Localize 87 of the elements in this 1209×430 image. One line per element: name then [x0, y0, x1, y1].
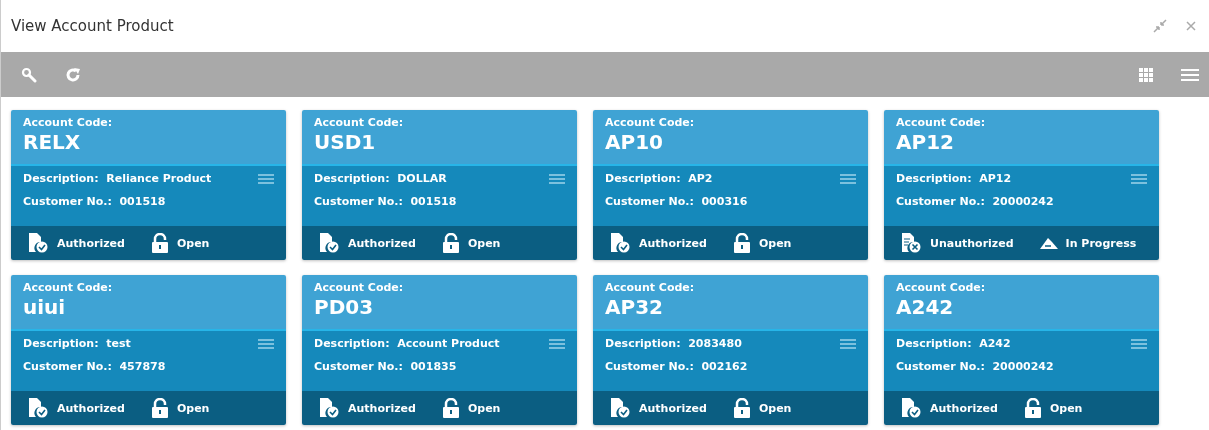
grid-view-icon[interactable] — [1139, 67, 1153, 82]
document-check-icon — [900, 398, 922, 418]
description-text: Description: test — [23, 337, 131, 350]
open-lock-icon — [732, 398, 751, 418]
description-text: Description: Account Product — [314, 337, 500, 350]
customer-number: Customer No.: 001518 — [314, 195, 458, 208]
menu-icon[interactable] — [549, 338, 565, 349]
account-card[interactable]: Account Code: AP12 Description: AP12 Customer No.: 20000242 Unauthorized In Progress — [884, 110, 1159, 260]
account-code: USD1 — [314, 129, 377, 155]
auth-status: Authorized — [930, 401, 998, 415]
customer-number: Customer No.: 001518 — [23, 195, 167, 208]
document-check-icon — [27, 233, 49, 253]
account-card[interactable]: Account Code: USD1 Description: DOLLAR Customer No.: 001518 Authorized Open — [302, 110, 577, 260]
document-check-icon — [318, 398, 340, 418]
account-code: uiui — [23, 294, 67, 320]
account-card[interactable]: Account Code: PD03 Description: Account Product Customer No.: 001835 Authorized Open — [302, 275, 577, 425]
code-label: Account Code: — [896, 116, 987, 129]
code-label: Account Code: — [896, 281, 987, 294]
document-check-icon — [318, 233, 340, 253]
description-text: Description: Reliance Product — [23, 172, 212, 185]
description-text: Description: AP12 — [896, 172, 1012, 185]
customer-number: Customer No.: 20000242 — [896, 195, 1055, 208]
auth-status: Authorized — [639, 401, 707, 415]
record-status: Open — [176, 236, 210, 250]
customer-number: Customer No.: 002162 — [605, 360, 749, 373]
account-code: AP10 — [605, 129, 664, 155]
menu-icon[interactable] — [258, 173, 274, 184]
description-text: Description: A242 — [896, 337, 1011, 350]
code-label: Account Code: — [605, 116, 696, 129]
description-text: Description: DOLLAR — [314, 172, 447, 185]
record-status: Open — [758, 401, 792, 415]
menu-icon[interactable] — [549, 173, 565, 184]
open-lock-icon — [1023, 398, 1042, 418]
code-label: Account Code: — [605, 281, 696, 294]
open-lock-icon — [441, 233, 460, 253]
code-label: Account Code: — [23, 281, 114, 294]
document-check-icon — [27, 398, 49, 418]
minimize-icon[interactable] — [1153, 19, 1167, 33]
record-status: Open — [1049, 401, 1083, 415]
customer-number: Customer No.: 000316 — [605, 195, 749, 208]
document-check-icon — [609, 398, 631, 418]
account-code: RELX — [23, 129, 82, 155]
code-label: Account Code: — [314, 116, 405, 129]
account-card[interactable]: Account Code: RELX Description: Reliance Product Customer No.: 001518 Authorized Open — [11, 110, 286, 260]
menu-icon[interactable] — [1131, 338, 1147, 349]
code-label: Account Code: — [314, 281, 405, 294]
record-status: Open — [176, 401, 210, 415]
description-text: Description: AP2 — [605, 172, 713, 185]
menu-icon[interactable] — [1131, 173, 1147, 184]
menu-icon[interactable] — [258, 338, 274, 349]
account-card[interactable]: Account Code: uiui Description: test Customer No.: 457878 Authorized Open — [11, 275, 286, 425]
open-lock-icon — [150, 398, 169, 418]
progress-icon — [1039, 236, 1058, 250]
auth-status: Authorized — [348, 236, 416, 250]
record-status: In Progress — [1065, 236, 1137, 250]
auth-status: Authorized — [639, 236, 707, 250]
open-lock-icon — [150, 233, 169, 253]
code-label: Account Code: — [23, 116, 114, 129]
refresh-icon[interactable] — [65, 66, 81, 83]
description-text: Description: 2083480 — [605, 337, 742, 350]
menu-icon[interactable] — [840, 173, 856, 184]
account-card[interactable]: Account Code: AP10 Description: AP2 Customer No.: 000316 Authorized Open — [593, 110, 868, 260]
auth-status: Unauthorized — [930, 236, 1014, 250]
account-code: PD03 — [314, 294, 375, 320]
auth-status: Authorized — [57, 236, 125, 250]
document-cross-icon — [900, 233, 922, 253]
record-status: Open — [467, 236, 501, 250]
account-code: AP32 — [605, 294, 664, 320]
auth-status: Authorized — [57, 401, 125, 415]
search-icon[interactable] — [21, 66, 37, 83]
document-check-icon — [609, 233, 631, 253]
customer-number: Customer No.: 20000242 — [896, 360, 1055, 373]
customer-number: Customer No.: 457878 — [23, 360, 167, 373]
menu-icon[interactable] — [840, 338, 856, 349]
account-code: AP12 — [896, 129, 955, 155]
account-code: A242 — [896, 294, 955, 320]
open-lock-icon — [441, 398, 460, 418]
auth-status: Authorized — [348, 401, 416, 415]
account-card[interactable]: Account Code: AP32 Description: 2083480 Customer No.: 002162 Authorized Open — [593, 275, 868, 425]
record-status: Open — [467, 401, 501, 415]
window-title: View Account Product — [11, 17, 174, 35]
account-card[interactable]: Account Code: A242 Description: A242 Customer No.: 20000242 Authorized Open — [884, 275, 1159, 425]
record-status: Open — [758, 236, 792, 250]
close-icon[interactable] — [1185, 20, 1197, 32]
open-lock-icon — [732, 233, 751, 253]
customer-number: Customer No.: 001835 — [314, 360, 458, 373]
list-view-icon[interactable] — [1181, 68, 1199, 81]
